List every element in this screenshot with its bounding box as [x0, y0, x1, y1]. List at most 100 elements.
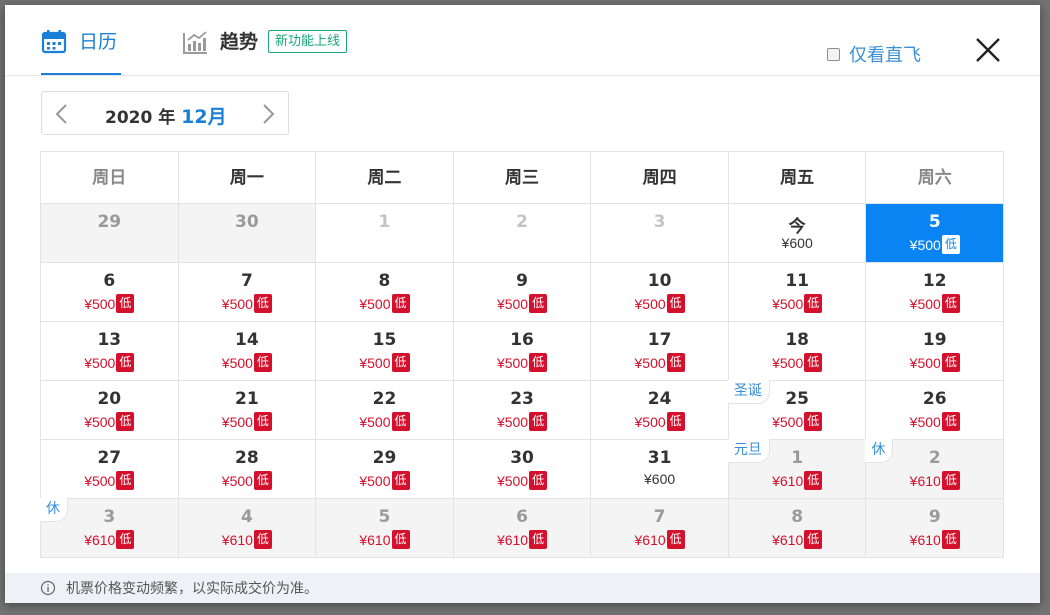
low-price-badge: 低 [391, 530, 410, 549]
day-price: ¥500 [84, 413, 116, 430]
day-price: ¥610 [496, 531, 529, 548]
weekday-header-cell: 周四 [591, 152, 729, 204]
tab-calendar-label: 日历 [79, 31, 118, 53]
day-number: 23 [510, 389, 534, 409]
calendar-day-cell[interactable]: 9 ¥500 低 [453, 263, 592, 322]
day-price: ¥500 [359, 354, 391, 371]
day-price: ¥500 [909, 354, 941, 371]
calendar-day-cell[interactable]: 4 ¥610 低 [178, 499, 317, 558]
close-icon[interactable] [973, 35, 1003, 65]
day-number: 31 [647, 448, 672, 468]
low-price-badge: 低 [253, 412, 272, 431]
calendar-day-cell[interactable]: 28 ¥500 低 [178, 440, 317, 499]
calendar-day-cell[interactable]: 8 ¥500 低 [316, 263, 454, 322]
calendar-day-cell[interactable]: 7 ¥500 低 [178, 263, 317, 322]
calendar-day-cell[interactable]: 29 [41, 204, 179, 263]
calendar-day-cell[interactable]: 圣诞 25 ¥500 低 [727, 380, 867, 440]
calendar-day-cell[interactable]: 26 ¥500 低 [866, 381, 1005, 440]
price-line: ¥500 低 [729, 294, 866, 313]
price-line: ¥610 低 [41, 530, 178, 549]
price-line: ¥500 低 [729, 353, 866, 372]
direct-only-checkbox[interactable] [827, 47, 840, 61]
day-number: 28 [235, 448, 259, 468]
low-price-badge: 低 [253, 353, 272, 372]
calendar-day-cell[interactable]: 7 ¥610 低 [591, 499, 729, 558]
day-price: ¥500 [496, 472, 529, 489]
day-price: ¥500 [221, 295, 253, 312]
calendar-day-cell[interactable]: 30 ¥500 低 [453, 440, 592, 499]
calendar-day-cell[interactable]: 12 ¥500 低 [866, 263, 1005, 322]
low-price-badge: 低 [116, 353, 135, 372]
day-price: ¥500 [909, 413, 941, 430]
day-number: 6 [516, 507, 528, 527]
price-line: ¥500 低 [591, 412, 728, 431]
calendar-day-cell[interactable]: 11 ¥500 低 [728, 263, 867, 322]
low-price-badge: 低 [941, 235, 960, 254]
day-number: 5 [378, 507, 391, 527]
low-price-badge: 低 [529, 471, 548, 490]
price-line: ¥610 低 [866, 530, 1003, 549]
day-number: 21 [235, 389, 259, 409]
price-line: ¥500 低 [729, 412, 866, 431]
chevron-left-icon[interactable] [52, 103, 72, 125]
calendar-day-cell[interactable]: 5 ¥500 低 [866, 204, 1005, 263]
price-line: ¥500 低 [454, 412, 591, 431]
calendar-day-cell[interactable]: 29 ¥500 低 [316, 440, 454, 499]
price-line: ¥610 低 [866, 471, 1003, 490]
calendar-day-cell[interactable]: 23 ¥500 低 [453, 381, 592, 440]
calendar-day-cell[interactable]: 16 ¥500 低 [453, 322, 592, 381]
calendar-day-cell[interactable]: 18 ¥500 低 [728, 322, 867, 381]
price-line: ¥500 低 [316, 471, 453, 490]
calendar-day-cell[interactable]: 17 ¥500 低 [591, 322, 729, 381]
calendar-day-cell[interactable]: 元旦 1 ¥610 低 [727, 439, 867, 499]
calendar-day-cell[interactable]: 31 ¥600 [591, 440, 729, 499]
day-number: 26 [922, 389, 947, 409]
day-number: 13 [97, 330, 122, 350]
calendar-day-cell[interactable]: 休 2 ¥610 低 [865, 439, 1005, 499]
calendar-day-cell[interactable]: 22 ¥500 低 [316, 381, 454, 440]
calendar-day-cell[interactable]: 20 ¥500 低 [41, 381, 179, 440]
calendar-day-cell[interactable]: 13 ¥500 低 [41, 322, 179, 381]
day-price: ¥500 [84, 354, 116, 371]
weekday-header-cell: 周一 [178, 152, 317, 204]
calendar-day-cell[interactable]: 24 ¥500 低 [591, 381, 729, 440]
price-line: ¥500 低 [454, 471, 591, 490]
day-number: 30 [510, 448, 534, 468]
weekday-header-cell: 周二 [316, 152, 454, 204]
calendar-day-cell[interactable]: 21 ¥500 低 [178, 381, 317, 440]
chevron-right-icon[interactable] [258, 103, 278, 125]
calendar-day-cell[interactable]: 5 ¥610 低 [316, 499, 454, 558]
day-price: ¥610 [634, 531, 666, 548]
calendar-day-cell[interactable]: 休 3 ¥610 低 [40, 498, 179, 558]
day-price: ¥500 [496, 413, 529, 430]
calendar-day-cell[interactable]: 14 ¥500 低 [178, 322, 317, 381]
month-year: 2020 [105, 108, 153, 128]
tab-trend[interactable]: 趋势 新功能上线 [182, 29, 382, 75]
calendar-day-cell[interactable]: 10 ¥500 低 [591, 263, 729, 322]
weekday-header: 周日 周一 周二 周三 周四 周五 周六 [41, 152, 1005, 204]
day-number: 2 [516, 212, 528, 232]
price-line: ¥500 低 [591, 353, 728, 372]
calendar-day-cell[interactable]: 15 ¥500 低 [316, 322, 454, 381]
calendar-day-cell[interactable]: 30 [178, 204, 317, 263]
calendar-day-cell[interactable]: 9 ¥610 低 [866, 499, 1005, 558]
price-line: ¥500 低 [179, 412, 316, 431]
calendar-day-cell[interactable]: 今 ¥600 [728, 204, 867, 263]
calendar-day-cell[interactable]: 8 ¥610 低 [728, 499, 867, 558]
calendar-week-row: 20 ¥500 低 21 ¥500 低 22 ¥500 低 23 ¥500 低 24 ¥500 低圣诞 25 ¥… [41, 380, 1005, 440]
day-number: 3 [653, 212, 666, 232]
calendar-day-cell[interactable]: 6 ¥610 低 [453, 499, 592, 558]
day-number: 5 [928, 212, 941, 232]
tab-calendar[interactable]: 日历 [41, 29, 121, 75]
calendar-day-cell[interactable]: 6 ¥500 低 [41, 263, 179, 322]
day-price: ¥500 [772, 413, 804, 430]
price-line: ¥500 低 [179, 294, 316, 313]
price-line: ¥500 低 [454, 294, 591, 313]
calendar-day-cell[interactable]: 19 ¥500 低 [866, 322, 1005, 381]
day-number: 16 [510, 330, 534, 350]
day-number: 9 [928, 507, 941, 527]
calendar-day-cell[interactable]: 27 ¥500 低 [41, 440, 179, 499]
calendar-day-cell: 1 [316, 204, 454, 263]
calendar-grid: 周日 周一 周二 周三 周四 周五 周六 29 30 1 2 3 今 ¥600 5 ¥500 低 6 ¥500 低 7… [40, 151, 1005, 558]
direct-only-toggle[interactable]: 仅看直飞 [827, 41, 921, 67]
